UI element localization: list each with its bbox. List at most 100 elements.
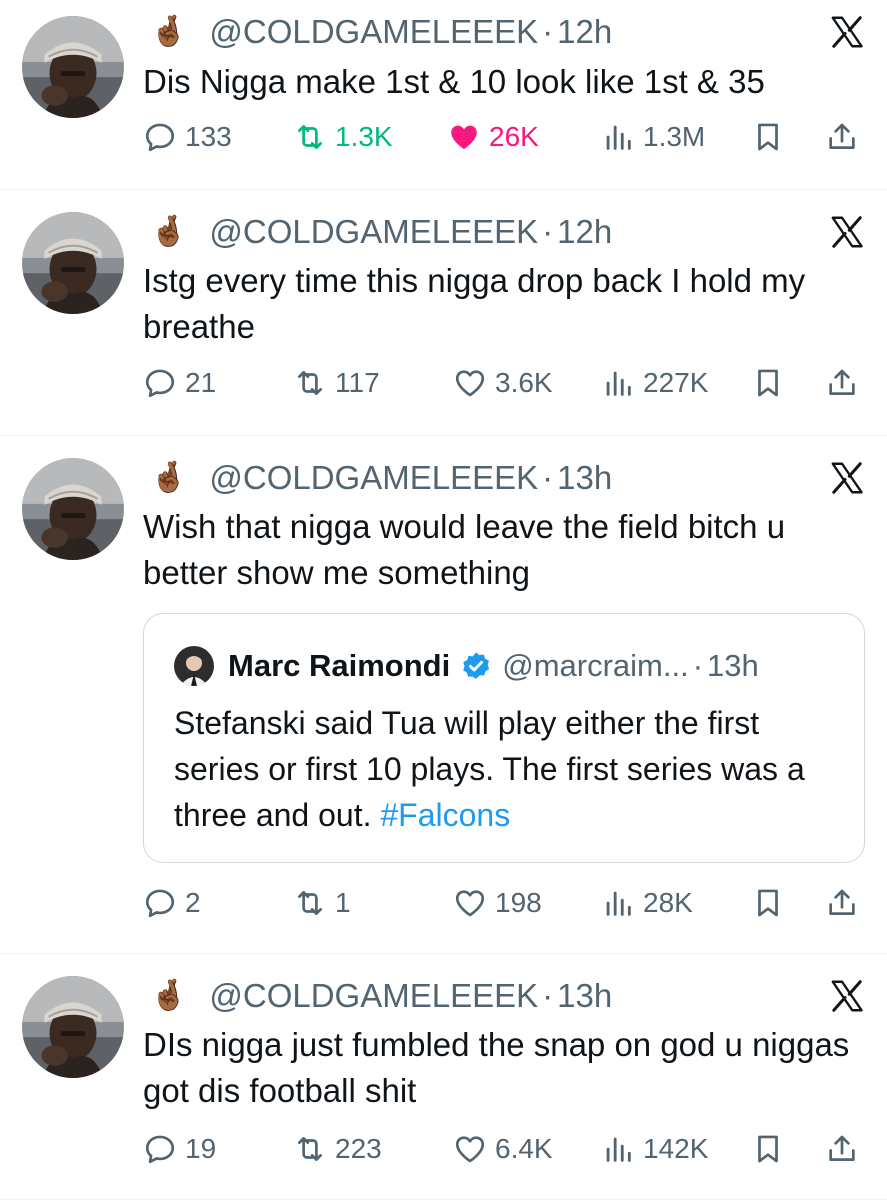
timestamp[interactable]: 13h	[557, 459, 612, 497]
quoted-tweet-header: Marc Raimondi @marcraim... · 13h	[174, 646, 759, 686]
action-bar: 21 117 3.6K 227K	[143, 362, 865, 406]
retweet-icon	[293, 366, 327, 400]
view-count: 142K	[643, 1133, 709, 1164]
views-icon	[601, 120, 635, 154]
retweet-button[interactable]: 223	[293, 1132, 382, 1166]
quoted-avatar[interactable]	[174, 646, 214, 686]
bookmark-button[interactable]	[751, 886, 793, 920]
reply-icon	[143, 886, 177, 920]
crossed-fingers-emoji: 🤞🏾	[150, 461, 188, 494]
reply-icon	[143, 1132, 177, 1166]
views-icon	[601, 366, 635, 400]
avatar[interactable]	[22, 458, 124, 560]
reply-button[interactable]: 2	[143, 886, 201, 920]
avatar[interactable]	[22, 212, 124, 314]
bookmark-icon	[751, 366, 785, 400]
quoted-tweet-text: Stefanski said Tua will play either the …	[174, 700, 838, 838]
action-bar: 2 1 198 28K	[143, 882, 865, 926]
separator-dot: ·	[692, 648, 704, 683]
like-count: 198	[495, 887, 542, 918]
retweet-count: 1.3K	[335, 121, 393, 152]
reply-count: 21	[185, 367, 217, 398]
bookmark-icon	[751, 120, 785, 154]
bookmark-icon	[751, 1132, 785, 1166]
reply-icon	[143, 366, 177, 400]
like-button[interactable]: 6.4K	[453, 1132, 553, 1166]
share-button[interactable]	[825, 120, 867, 154]
tweet[interactable]: 🤞🏾 @COLDGAMELEEEK · 12h Istg every time …	[0, 190, 887, 436]
timestamp[interactable]: 13h	[557, 977, 612, 1015]
reply-button[interactable]: 21	[143, 366, 216, 400]
views-icon	[601, 886, 635, 920]
user-handle[interactable]: @COLDGAMELEEEK	[209, 213, 538, 251]
separator-dot: ·	[542, 13, 554, 50]
reply-count: 133	[185, 121, 232, 152]
reply-button[interactable]: 133	[143, 120, 232, 154]
retweet-button[interactable]: 1.3K	[293, 120, 393, 154]
quoted-handle[interactable]: @marcraim...	[502, 648, 688, 684]
tweet[interactable]: 🤞🏾 @COLDGAMELEEEK · 13h Wish that nigga …	[0, 436, 887, 954]
action-bar: 19 223 6.4K 142K	[143, 1128, 865, 1172]
heart-icon	[453, 886, 487, 920]
tweet[interactable]: 🤞🏾 @COLDGAMELEEEK · 12h Dis Nigga make 1…	[0, 0, 887, 190]
retweet-button[interactable]: 117	[293, 366, 380, 400]
views-button[interactable]: 142K	[601, 1132, 708, 1166]
heart-icon	[453, 366, 487, 400]
views-button[interactable]: 28K	[601, 886, 693, 920]
views-button[interactable]: 227K	[601, 366, 708, 400]
avatar[interactable]	[22, 16, 124, 118]
tweet-text: Dis Nigga make 1st & 10 look like 1st & …	[143, 63, 765, 100]
avatar[interactable]	[22, 976, 124, 1078]
x-logo-icon	[829, 460, 865, 496]
share-button[interactable]	[825, 886, 867, 920]
like-button[interactable]: 198	[453, 886, 542, 920]
like-count: 26K	[489, 121, 539, 152]
user-handle[interactable]: @COLDGAMELEEEK	[209, 977, 538, 1015]
tweet-header: 🤞🏾 @COLDGAMELEEEK · 13h	[150, 456, 612, 500]
share-icon	[825, 1132, 859, 1166]
tweet-header: 🤞🏾 @COLDGAMELEEEK · 13h	[150, 974, 612, 1018]
like-button[interactable]: 3.6K	[453, 366, 553, 400]
bookmark-button[interactable]	[751, 1132, 793, 1166]
reply-button[interactable]: 19	[143, 1132, 216, 1166]
share-icon	[825, 366, 859, 400]
retweet-icon	[293, 1132, 327, 1166]
like-count: 6.4K	[495, 1133, 553, 1164]
share-button[interactable]	[825, 1132, 867, 1166]
tweet-text: Wish that nigga would leave the field bi…	[143, 508, 786, 591]
like-button[interactable]: 26K	[447, 120, 539, 154]
retweet-count: 223	[335, 1133, 382, 1164]
tweet[interactable]: 🤞🏾 @COLDGAMELEEEK · 13h DIs nigga just f…	[0, 954, 887, 1200]
retweet-button[interactable]: 1	[293, 886, 351, 920]
crossed-fingers-emoji: 🤞🏾	[150, 15, 188, 48]
hashtag-link[interactable]: #Falcons	[380, 797, 510, 833]
view-count: 227K	[643, 367, 709, 398]
retweet-icon	[293, 120, 327, 154]
user-handle[interactable]: @COLDGAMELEEEK	[209, 459, 538, 497]
quoted-display-name[interactable]: Marc Raimondi	[228, 648, 450, 684]
x-logo-icon	[829, 978, 865, 1014]
timestamp[interactable]: 12h	[557, 213, 612, 251]
separator-dot: ·	[542, 213, 554, 250]
crossed-fingers-emoji: 🤞🏾	[150, 215, 188, 248]
quoted-timestamp[interactable]: 13h	[707, 648, 759, 684]
share-button[interactable]	[825, 366, 867, 400]
tweet-header: 🤞🏾 @COLDGAMELEEEK · 12h	[150, 210, 612, 254]
action-bar: 133 1.3K 26K 1.3M	[143, 116, 865, 160]
quoted-tweet[interactable]: Marc Raimondi @marcraim... · 13h Stefans…	[143, 613, 865, 863]
heart-icon	[447, 120, 481, 154]
bookmark-icon	[751, 886, 785, 920]
like-count: 3.6K	[495, 367, 553, 398]
reply-count: 2	[185, 887, 201, 918]
timestamp[interactable]: 12h	[557, 13, 612, 51]
x-logo-icon	[829, 14, 865, 50]
views-button[interactable]: 1.3M	[601, 120, 705, 154]
share-icon	[825, 120, 859, 154]
bookmark-button[interactable]	[751, 366, 793, 400]
separator-dot: ·	[542, 977, 554, 1014]
user-handle[interactable]: @COLDGAMELEEEK	[209, 13, 538, 51]
bookmark-button[interactable]	[751, 120, 793, 154]
retweet-count: 1	[335, 887, 351, 918]
view-count: 28K	[643, 887, 693, 918]
retweet-count: 117	[335, 367, 380, 398]
